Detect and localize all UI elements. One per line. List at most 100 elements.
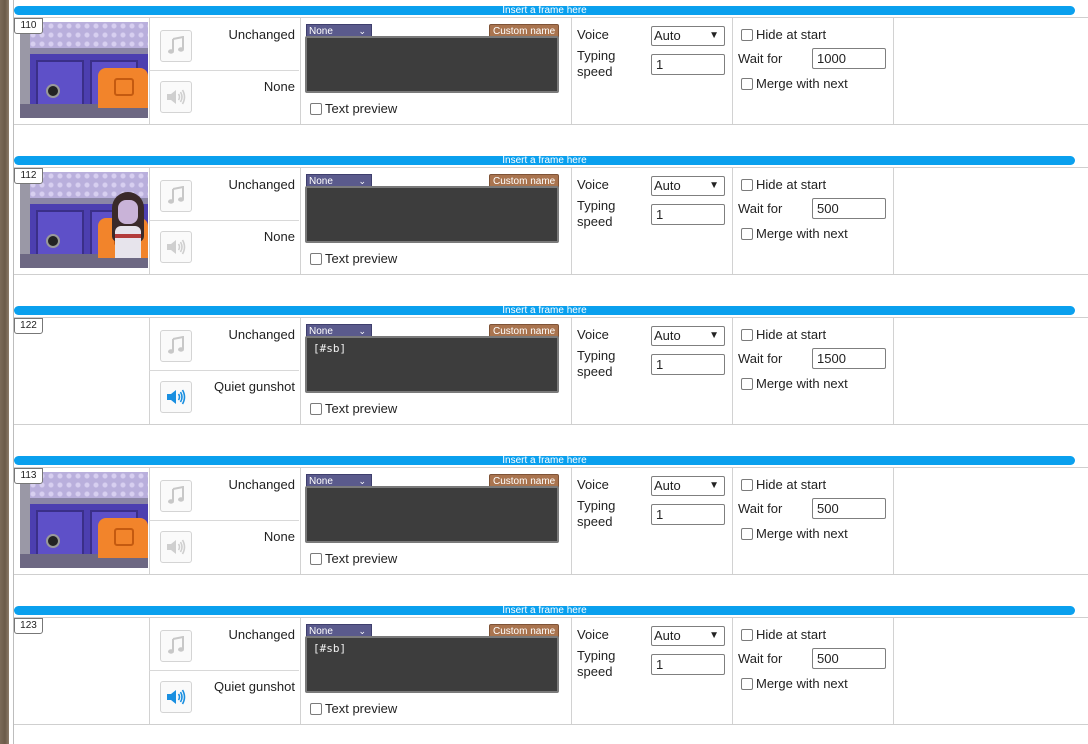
typing-speed-input[interactable]: 1 [651,354,725,375]
merge-with-next-checkbox[interactable] [741,527,753,540]
frame-id-label: 110 [14,18,43,34]
audio-separator [149,70,299,71]
column-divider [149,168,150,274]
merge-with-next-option[interactable]: Merge with next [741,76,848,91]
merge-with-next-option[interactable]: Merge with next [741,676,848,691]
hide-at-start-option[interactable]: Hide at start [741,327,826,342]
column-divider [571,618,572,724]
sound-label: None [263,79,295,94]
voice-select[interactable]: Auto ▼ [651,476,725,496]
text-preview-checkbox[interactable] [310,102,322,115]
merge-with-next-option[interactable]: Merge with next [741,526,848,541]
text-preview-option[interactable]: Text preview [310,251,397,266]
text-preview-label: Text preview [325,401,398,416]
typing-speed-input[interactable]: 1 [651,654,725,675]
typing-speed-label: Typing speed [577,348,616,379]
hide-at-start-label: Hide at start [756,477,827,492]
music-button[interactable] [160,330,192,362]
merge-with-next-option[interactable]: Merge with next [741,376,848,391]
speaker-icon [165,387,187,407]
hide-at-start-option[interactable]: Hide at start [741,477,826,492]
dialog-text-area[interactable]: [#sb] [305,336,559,393]
insert-frame-bar[interactable]: Insert a frame here [14,306,1075,316]
merge-with-next-option[interactable]: Merge with next [741,226,848,241]
character-sprite [110,188,146,258]
wait-for-input[interactable]: 500 [812,198,886,219]
sound-button[interactable] [160,531,192,563]
text-preview-option[interactable]: Text preview [310,701,397,716]
hide-at-start-checkbox[interactable] [741,328,753,341]
hide-at-start-label: Hide at start [756,327,827,342]
voice-select[interactable]: Auto ▼ [651,26,725,46]
sound-button[interactable] [160,81,192,113]
typing-speed-input[interactable]: 1 [651,54,725,75]
frame-preview-thumbnail[interactable] [20,22,148,118]
typing-speed-input[interactable]: 1 [651,204,725,225]
wait-for-input[interactable]: 1000 [812,48,886,69]
typing-speed-input[interactable]: 1 [651,504,725,525]
dialog-text-area[interactable]: [#sb] [305,636,559,693]
hide-at-start-checkbox[interactable] [741,478,753,491]
insert-frame-bar[interactable]: Insert a frame here [14,6,1075,16]
text-preview-label: Text preview [325,101,398,116]
typing-speed-label: Typing speed [577,48,616,79]
music-button[interactable] [160,30,192,62]
text-preview-checkbox[interactable] [310,252,322,265]
sound-button[interactable] [160,381,192,413]
window-left-edge [0,0,9,744]
hide-at-start-option[interactable]: Hide at start [741,27,826,42]
sound-label: Quiet gunshot [214,379,295,394]
column-divider [893,18,894,124]
text-preview-checkbox[interactable] [310,402,322,415]
voice-select[interactable]: Auto ▼ [651,626,725,646]
wait-for-input[interactable]: 500 [812,648,886,669]
merge-with-next-checkbox[interactable] [741,77,753,90]
text-preview-option[interactable]: Text preview [310,101,397,116]
dialog-text-area[interactable] [305,186,559,243]
text-preview-option[interactable]: Text preview [310,551,397,566]
music-label: Unchanged [228,627,296,642]
column-divider [732,468,733,574]
voice-select-value: Auto [654,28,681,43]
background-scene [20,22,148,118]
frame-preview-thumbnail[interactable] [20,622,148,718]
column-divider [893,318,894,424]
wait-for-label: Wait for [738,351,783,366]
voice-select[interactable]: Auto ▼ [651,176,725,196]
dialog-text-area[interactable] [305,486,559,543]
frame-preview-thumbnail[interactable] [20,472,148,568]
hide-at-start-option[interactable]: Hide at start [741,177,826,192]
wait-for-input[interactable]: 1500 [812,348,886,369]
text-preview-checkbox[interactable] [310,702,322,715]
speaker-icon [165,687,187,707]
speaker-icon [165,537,187,557]
chevron-down-icon: ▼ [709,480,719,491]
text-preview-checkbox[interactable] [310,552,322,565]
frame-preview-thumbnail[interactable] [20,322,148,418]
music-button[interactable] [160,630,192,662]
typing-speed-label: Typing speed [577,648,616,679]
wait-for-input[interactable]: 500 [812,498,886,519]
hide-at-start-option[interactable]: Hide at start [741,627,826,642]
hide-at-start-checkbox[interactable] [741,628,753,641]
hide-at-start-checkbox[interactable] [741,178,753,191]
column-divider [149,618,150,724]
hide-at-start-checkbox[interactable] [741,28,753,41]
audio-separator [149,220,299,221]
hide-at-start-label: Hide at start [756,27,827,42]
sound-button[interactable] [160,681,192,713]
frame-preview-thumbnail[interactable] [20,172,148,268]
voice-select[interactable]: Auto ▼ [651,326,725,346]
insert-frame-bar[interactable]: Insert a frame here [14,156,1075,166]
merge-with-next-checkbox[interactable] [741,677,753,690]
music-button[interactable] [160,480,192,512]
merge-with-next-checkbox[interactable] [741,227,753,240]
text-preview-option[interactable]: Text preview [310,401,397,416]
voice-select-value: Auto [654,178,681,193]
insert-frame-bar[interactable]: Insert a frame here [14,456,1075,466]
dialog-text-area[interactable] [305,36,559,93]
merge-with-next-checkbox[interactable] [741,377,753,390]
insert-frame-bar[interactable]: Insert a frame here [14,606,1075,616]
music-button[interactable] [160,180,192,212]
sound-button[interactable] [160,231,192,263]
